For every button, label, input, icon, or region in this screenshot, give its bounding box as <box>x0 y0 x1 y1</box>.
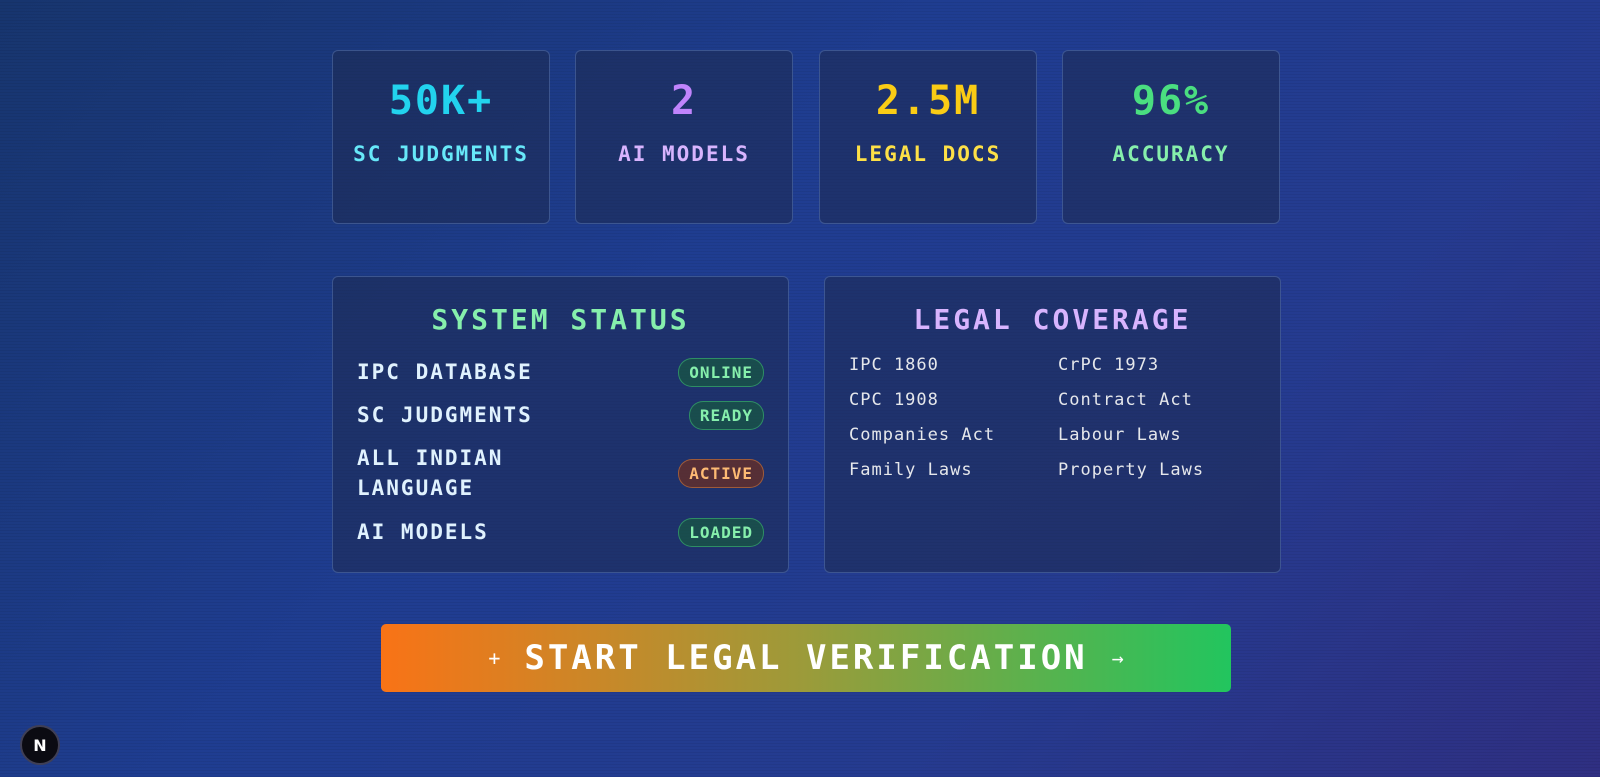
status-badge: LOADED <box>678 517 764 547</box>
stat-label: LEGAL DOCS <box>854 142 1002 166</box>
stat-label: AI MODELS <box>618 142 750 166</box>
status-label: ALL INDIAN LANGUAGE <box>357 446 504 500</box>
stat-card-legal-docs: 2.5M LEGAL DOCS <box>819 50 1037 224</box>
coverage-item: Companies Act <box>849 425 996 445</box>
stat-value: 50K+ <box>388 78 494 124</box>
stat-card-sc-judgments: 50K+ SC JUDGMENTS <box>332 50 550 224</box>
legal-coverage-panel: LEGAL COVERAGE IPC 1860 CrPC 1973 CPC 19… <box>824 276 1281 573</box>
stat-label: SC JUDGMENTS <box>353 142 529 166</box>
stat-value: 2 <box>670 78 698 124</box>
status-row-all-indian-language: ALL INDIAN LANGUAGE ACTIVE <box>357 443 764 503</box>
system-status-panel: SYSTEM STATUS IPC DATABASE ONLINE SC JUD… <box>332 276 789 573</box>
system-status-title: SYSTEM STATUS <box>431 303 690 336</box>
coverage-item: Family Laws <box>849 460 973 480</box>
coverage-list: IPC 1860 CrPC 1973 CPC 1908 Contract Act… <box>849 355 1267 481</box>
coverage-item: Labour Laws <box>1058 425 1182 445</box>
plus-icon: + <box>488 646 501 670</box>
stat-value: 2.5M <box>875 78 981 124</box>
coverage-item: IPC 1860 <box>849 355 939 375</box>
status-badge: READY <box>688 400 764 430</box>
status-badge: ACTIVE <box>678 458 764 488</box>
coverage-item: Contract Act <box>1058 390 1193 410</box>
status-row-ai-models: AI MODELS LOADED <box>357 517 764 547</box>
cta-label: START LEGAL VERIFICATION <box>524 638 1088 678</box>
status-label: IPC DATABASE <box>357 360 533 384</box>
n-logo-icon: N <box>33 735 47 755</box>
n-badge-button[interactable]: N <box>20 725 60 765</box>
stat-label: ACCURACY <box>1112 142 1230 166</box>
status-row-sc-judgments: SC JUDGMENTS READY <box>357 400 764 430</box>
status-label: SC JUDGMENTS <box>357 403 533 427</box>
status-badge: ONLINE <box>678 357 764 387</box>
stat-value: 96% <box>1131 78 1211 124</box>
stat-card-accuracy: 96% ACCURACY <box>1062 50 1280 224</box>
status-row-ipc-database: IPC DATABASE ONLINE <box>357 357 764 387</box>
coverage-item: CPC 1908 <box>849 390 939 410</box>
arrow-right-icon: → <box>1111 646 1124 670</box>
start-legal-verification-button[interactable]: + START LEGAL VERIFICATION → <box>381 624 1231 692</box>
coverage-item: CrPC 1973 <box>1058 355 1160 375</box>
stat-card-ai-models: 2 AI MODELS <box>575 50 793 224</box>
legal-coverage-title: LEGAL COVERAGE <box>913 303 1192 336</box>
status-label: AI MODELS <box>357 520 489 544</box>
coverage-item: Property Laws <box>1058 460 1205 480</box>
